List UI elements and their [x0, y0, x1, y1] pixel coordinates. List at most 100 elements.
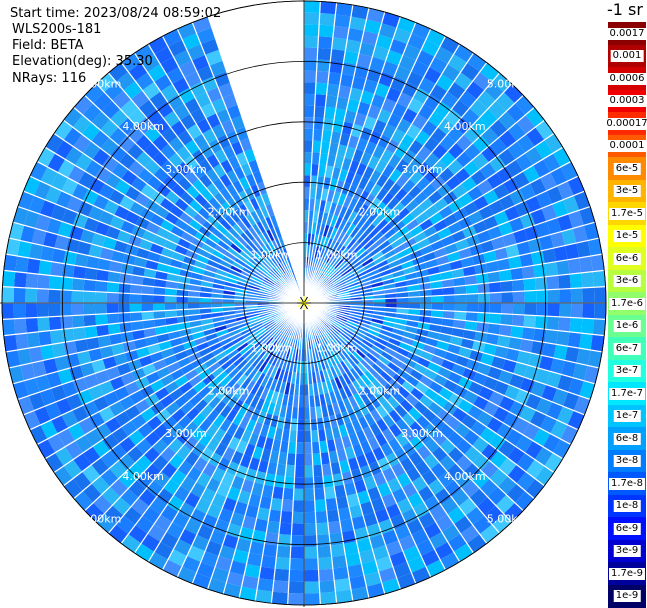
data-cell: [304, 140, 313, 153]
elevation-label: Elevation(deg): 35.30: [12, 54, 153, 69]
data-cell: [569, 317, 583, 334]
data-cell: [292, 500, 304, 513]
data-cell: [330, 48, 346, 63]
data-cell: [304, 152, 313, 164]
data-cell: [106, 281, 120, 293]
data-cell: [304, 82, 316, 95]
data-cell: [26, 257, 41, 275]
data-cell: [314, 487, 326, 501]
data-cell: [38, 330, 52, 347]
colorbar-cell: 0.001: [608, 44, 646, 68]
data-cell: [304, 581, 320, 594]
data-cell: [25, 272, 39, 289]
colorbar-label: 6e-8: [613, 432, 641, 445]
data-cell: [315, 522, 330, 535]
colorbar-cell: 0.0017: [607, 22, 647, 45]
data-cell: [106, 303, 119, 314]
data-cell: [582, 303, 595, 319]
data-cell: [304, 93, 316, 106]
data-cell: [304, 569, 320, 582]
data-cell: [118, 292, 131, 303]
colorbar-cell: 1.7e-6: [608, 292, 646, 315]
data-cell: [544, 261, 559, 277]
data-cell: [332, 25, 350, 40]
data-cell: [48, 275, 62, 290]
data-cell: [14, 318, 27, 335]
data-cell: [1, 286, 15, 303]
ring-label: 3.00km: [401, 427, 443, 440]
data-cell: [331, 37, 348, 51]
data-cell: [2, 270, 16, 288]
ring-label: 5.00km: [80, 513, 122, 526]
data-cell: [278, 522, 293, 535]
data-cell: [141, 303, 154, 312]
colorbar-label: 1e-7: [613, 410, 641, 422]
data-cell: [319, 1, 337, 15]
data-cell: [304, 488, 315, 501]
data-cell: [290, 534, 304, 547]
ring-label: 1.00km: [251, 342, 293, 355]
colorbar-label: 0.0001: [607, 140, 647, 152]
ring-label: 5.00km: [487, 513, 529, 526]
ring-label: 5.00km: [487, 78, 529, 91]
data-cell: [477, 292, 490, 303]
data-cell: [257, 578, 274, 592]
data-cell: [304, 35, 319, 48]
data-cell: [500, 313, 513, 326]
colorbar-cell: 1.7e-8: [608, 472, 646, 495]
ring-label: 1.00km: [316, 342, 358, 355]
data-cell: [559, 303, 572, 318]
data-cell: [304, 0, 321, 14]
data-cell: [558, 274, 571, 290]
data-cell: [304, 534, 318, 547]
data-cell: [304, 592, 321, 605]
colorbar-cell: 6e-7: [608, 337, 646, 360]
data-cell: [488, 313, 502, 325]
data-cell: [319, 580, 336, 593]
data-cell: [153, 303, 165, 312]
data-cell: [26, 331, 41, 349]
data-cell: [559, 288, 572, 303]
data-cell: [2, 318, 16, 336]
data-cell: [547, 303, 560, 317]
data-cell: [25, 317, 39, 334]
data-cell: [71, 303, 84, 316]
data-cell: [275, 557, 291, 570]
data-cell: [83, 314, 97, 327]
data-cell: [317, 47, 332, 61]
data-cell: [524, 290, 537, 303]
data-cell: [454, 294, 467, 303]
data-cell: [38, 259, 52, 276]
data-cell: [129, 303, 142, 313]
data-cell: [304, 24, 320, 37]
data-cell: [489, 292, 502, 303]
data-cell: [592, 270, 606, 288]
data-cell: [581, 271, 594, 288]
ring-label: 1.00km: [251, 248, 293, 261]
data-cell: [129, 293, 142, 303]
data-cell: [477, 303, 490, 314]
colorbar-label: 1e-9: [613, 590, 641, 602]
data-cell: [304, 523, 317, 536]
data-cell: [304, 12, 320, 25]
data-cell: [106, 313, 120, 325]
colorbar-cell: 3e-5: [608, 179, 646, 203]
data-cell: [443, 303, 455, 312]
data-cell: [141, 294, 154, 303]
colorbar-cell: 6e-8: [608, 427, 646, 450]
data-cell: [293, 476, 304, 489]
data-cell: [314, 94, 327, 107]
colorbar-cell: 3e-6: [608, 269, 646, 293]
ring-label: 2.00km: [208, 206, 250, 219]
data-cell: [83, 279, 97, 292]
data-cell: [272, 580, 289, 593]
data-cell: [304, 558, 319, 571]
data-cell: [13, 287, 26, 303]
data-cell: [567, 257, 582, 275]
data-cell: [291, 523, 304, 536]
data-cell: [556, 259, 570, 276]
data-cell: [95, 280, 108, 293]
colorbar-label: 6e-9: [613, 522, 641, 535]
data-cell: [304, 59, 318, 72]
colorbar-label: 0.001: [610, 50, 644, 62]
